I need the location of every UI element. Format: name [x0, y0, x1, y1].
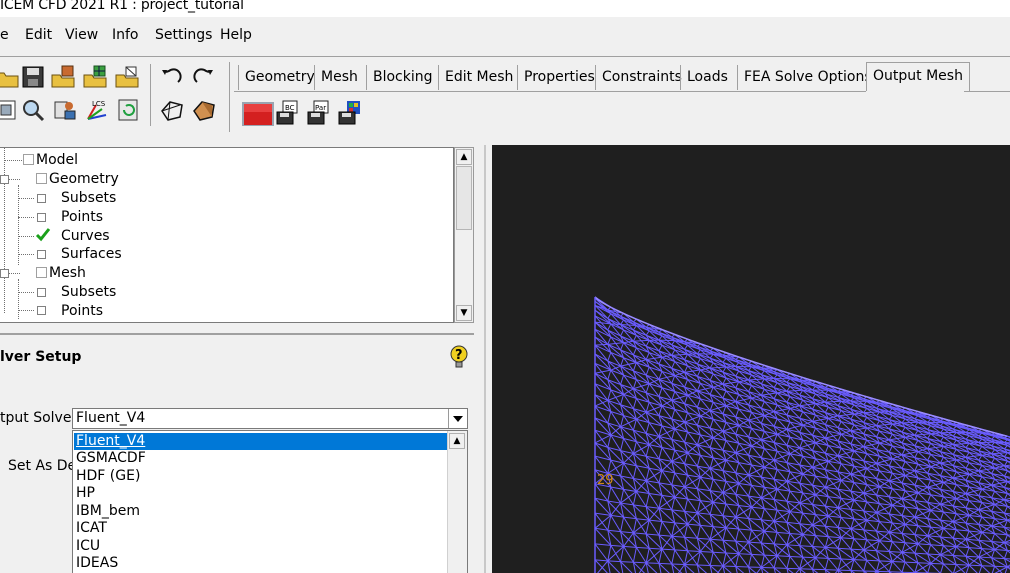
tab-properties[interactable]: Properties	[517, 65, 601, 90]
output-solver-select[interactable]: Fluent_V4	[72, 408, 468, 429]
redo-icon[interactable]	[191, 64, 217, 90]
svg-text:LCS: LCS	[92, 100, 106, 108]
solver-option[interactable]: ICAT	[74, 520, 448, 537]
dropdown-scrollbar[interactable]: ▲	[447, 431, 467, 573]
solver-dropdown-list[interactable]: Fluent_V4 GSMACDF HDF (GE) HP IBM_bem IC…	[72, 430, 468, 573]
tree-node-subsets[interactable]: Subsets	[61, 189, 116, 207]
tab-mesh[interactable]: Mesh	[314, 65, 364, 90]
solver-option[interactable]: HP	[74, 485, 448, 502]
open-blocking-icon[interactable]	[114, 64, 140, 90]
mesh-visibility-checkbox[interactable]	[36, 267, 47, 278]
title-bar: ICEM CFD 2021 R1 : project_tutorial	[0, 0, 1010, 17]
refresh-display-icon[interactable]	[116, 97, 142, 123]
tab-fea-solve-options[interactable]: FEA Solve Options	[737, 65, 878, 90]
dropdown-arrow-icon[interactable]	[448, 409, 467, 428]
model-visibility-checkbox[interactable]	[23, 154, 34, 165]
tree-node-points[interactable]: Points	[61, 208, 103, 226]
undo-icon[interactable]	[158, 64, 184, 90]
scroll-up-icon[interactable]: ▲	[456, 149, 472, 165]
tab-edit-mesh[interactable]: Edit Mesh	[438, 65, 519, 90]
output-solver-label: tput Solver	[0, 410, 78, 426]
open-geometry-icon[interactable]	[50, 64, 76, 90]
surfaces-checkbox[interactable]	[37, 250, 46, 259]
svg-text:?: ?	[455, 348, 463, 363]
save-project-icon[interactable]	[20, 64, 46, 90]
panel-title: lver Setup	[0, 349, 82, 365]
solver-option[interactable]: HDF (GE)	[74, 468, 448, 485]
panel-splitter[interactable]	[0, 333, 474, 335]
help-icon[interactable]: ?	[449, 344, 469, 368]
window-title: ICEM CFD 2021 R1 : project_tutorial	[0, 0, 244, 13]
dropdown-scroll-up-icon[interactable]: ▲	[449, 433, 465, 449]
viewport-divider[interactable]	[484, 145, 486, 573]
fit-window-icon[interactable]	[0, 97, 20, 123]
tree-node-geometry[interactable]: Geometry	[49, 170, 119, 188]
select-solver-icon[interactable]	[241, 101, 275, 127]
svg-text:BC: BC	[285, 104, 295, 112]
tree-node-model[interactable]: Model	[36, 151, 78, 169]
mesh-display	[594, 296, 1010, 573]
set-as-default-label: Set As Def	[8, 458, 73, 474]
solid-icon[interactable]	[191, 97, 217, 123]
menu-separator	[0, 56, 1010, 57]
zoom-box-icon[interactable]	[20, 97, 46, 123]
boundary-conditions-icon[interactable]: BC	[275, 99, 301, 125]
toolbar-separator	[150, 64, 151, 126]
edit-parameters-icon[interactable]: Par	[306, 99, 332, 125]
mesh-subsets-checkbox[interactable]	[37, 288, 46, 297]
tab-constraints[interactable]: Constraints	[595, 65, 688, 90]
menu-edit[interactable]: Edit	[25, 27, 52, 43]
active-tab-gap	[866, 91, 964, 92]
solver-option[interactable]: Fluent_V4	[74, 433, 448, 450]
curves-checked-icon[interactable]	[35, 228, 51, 242]
solver-option[interactable]: ICU	[74, 538, 448, 555]
model-tree[interactable]: Model Geometry Subsets Points Curves Sur…	[0, 147, 454, 323]
tree-scrollbar[interactable]: ▲ ▼	[454, 147, 474, 323]
menu-help[interactable]: Help	[220, 27, 252, 43]
write-input-icon[interactable]	[337, 99, 363, 125]
tree-node-mesh-subsets[interactable]: Subsets	[61, 283, 116, 301]
tab-loads[interactable]: Loads	[680, 65, 734, 90]
subsets-checkbox[interactable]	[37, 194, 46, 203]
mesh-collapse-toggle[interactable]	[0, 269, 9, 278]
scroll-down-icon[interactable]: ▼	[456, 305, 472, 321]
geometry-visibility-checkbox[interactable]	[36, 173, 47, 184]
mesh-points-checkbox[interactable]	[37, 306, 46, 315]
solver-option[interactable]: GSMACDF	[74, 450, 448, 467]
tree-node-mesh-points[interactable]: Points	[61, 302, 103, 320]
tab-blocking[interactable]: Blocking	[366, 65, 439, 90]
svg-text:Par: Par	[315, 104, 326, 112]
tree-node-curves[interactable]: Curves	[61, 227, 110, 245]
menu-view[interactable]: View	[65, 27, 98, 43]
points-checkbox[interactable]	[37, 213, 46, 222]
output-solver-value: Fluent_V4	[76, 410, 146, 426]
wireframe-icon[interactable]	[159, 97, 185, 123]
menu-file[interactable]: e	[0, 27, 9, 43]
open-mesh-icon[interactable]	[82, 64, 108, 90]
tree-node-mesh[interactable]: Mesh	[49, 264, 86, 282]
geometry-collapse-toggle[interactable]	[0, 175, 9, 184]
tab-output-mesh[interactable]: Output Mesh	[866, 62, 970, 92]
tab-geometry[interactable]: Geometry	[238, 65, 321, 90]
graphics-viewport[interactable]: 29	[492, 145, 1010, 573]
tree-node-surfaces[interactable]: Surfaces	[61, 245, 122, 263]
scroll-thumb[interactable]	[456, 166, 472, 230]
menu-info[interactable]: Info	[112, 27, 139, 43]
solver-option[interactable]: IBM_bem	[74, 503, 448, 520]
menu-settings[interactable]: Settings	[155, 27, 212, 43]
open-project-icon[interactable]	[0, 64, 20, 90]
solver-option[interactable]: IDEAS	[74, 555, 448, 572]
menu-bar: e Edit View Info Settings Help	[0, 20, 1010, 54]
node-number-label: 29	[597, 473, 614, 488]
toolbar-separator	[229, 62, 230, 132]
lcs-icon[interactable]: LCS	[84, 97, 110, 123]
measure-icon[interactable]	[52, 97, 78, 123]
tab-strip: Geometry Mesh Blocking Edit Mesh Propert…	[234, 62, 1010, 92]
